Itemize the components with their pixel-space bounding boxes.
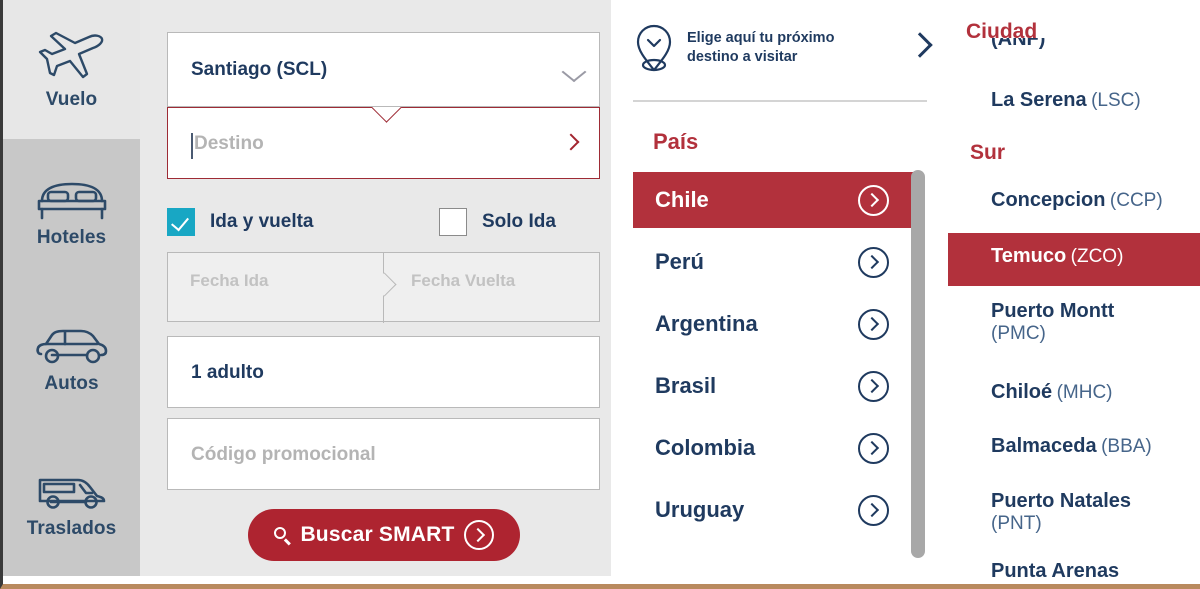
city-name: Chiloé <box>991 381 1053 403</box>
country-name: Chile <box>655 187 709 212</box>
chevron-down-icon <box>561 61 587 83</box>
city-code: (MHC) <box>1056 382 1113 403</box>
dropdown-divider <box>633 100 927 102</box>
sidebar-item-label: Autos <box>44 373 99 394</box>
city-name: Concepcion <box>991 189 1106 211</box>
country-list-scrollbar[interactable] <box>911 170 925 558</box>
magnifier-icon <box>274 526 291 544</box>
passengers-field[interactable]: 1 adulto <box>167 336 600 408</box>
country-name: Brasil <box>655 373 717 398</box>
round-trip-label[interactable]: Ida y vuelta <box>210 211 314 233</box>
city-name: Balmaceda <box>991 435 1097 457</box>
dropdown-header[interactable]: Elige aquí tu próximo destino a visitar <box>633 18 933 78</box>
one-way-checkbox[interactable] <box>439 208 467 236</box>
city-row-concepcion[interactable]: Concepcion (CCP) <box>948 189 1200 229</box>
city-row-temuco[interactable]: Temuco (ZCO) <box>948 233 1200 286</box>
city-code: (LSC) <box>1091 90 1141 111</box>
country-name: Uruguay <box>655 497 745 522</box>
sidebar-item-label: Traslados <box>26 517 117 539</box>
city-name: Puerto Montt <box>991 300 1115 322</box>
promo-code-placeholder: Código promocional <box>191 444 376 465</box>
country-name: Argentina <box>655 311 758 336</box>
city-row-puerto-montt[interactable]: Puerto Montt (PMC) <box>948 300 1200 355</box>
city-row-partial-bottom[interactable]: Punta Arenas <box>991 560 1200 578</box>
dropdown-header-line1: Elige aquí tu próximo <box>687 30 835 47</box>
return-date-field[interactable]: Fecha Vuelta <box>384 253 600 321</box>
dropdown-header-text: Elige aquí tu próximo destino a visitar <box>687 29 834 66</box>
city-name: La Serena <box>991 89 1087 111</box>
country-row-argentina[interactable]: Argentina <box>633 296 923 352</box>
country-row-uruguay[interactable]: Uruguay <box>633 482 923 538</box>
car-icon <box>35 327 109 367</box>
sidebar-item-label: Hoteles <box>36 227 107 248</box>
city-code: (PMC) <box>991 323 1046 344</box>
sidebar-item-label: Vuelo <box>45 88 98 110</box>
city-code: (BBA) <box>1101 436 1152 457</box>
chevron-circle-right-icon <box>858 308 889 340</box>
city-row-la-serena[interactable]: La Serena (LSC) <box>948 89 1200 129</box>
city-code: (PNT) <box>991 513 1042 534</box>
chevron-circle-right-icon <box>858 184 889 216</box>
one-way-label[interactable]: Solo Ida <box>482 211 556 233</box>
search-button[interactable]: Buscar SMART <box>248 509 520 561</box>
dates-field[interactable]: Fecha Ida Fecha Vuelta <box>167 252 600 323</box>
chevron-circle-right-icon <box>858 246 889 278</box>
chevron-circle-right-icon <box>858 370 889 402</box>
city-dropdown-panel: Ciudad (ANF) La Serena (LSC) Sur Concepc… <box>948 0 1200 584</box>
text-caret <box>191 133 193 159</box>
country-name: Perú <box>655 249 704 274</box>
city-row-partial-top[interactable]: (ANF) <box>991 38 1191 54</box>
chevron-circle-right-icon <box>858 432 889 464</box>
city-code: (CCP) <box>1109 190 1163 211</box>
flight-search-widget: Vuelo Hoteles Autos Traslados Santiago (… <box>0 0 1200 589</box>
origin-field[interactable]: Santiago (SCL) <box>167 32 600 107</box>
city-partial-code: (ANF) <box>991 38 1046 50</box>
city-partial-name: Punta Arenas <box>991 560 1120 578</box>
city-group-label-sur: Sur <box>970 141 1006 164</box>
depart-date-placeholder: Fecha Ida <box>190 271 269 290</box>
chevron-circle-right-icon <box>858 494 889 526</box>
city-name: Temuco <box>991 245 1067 267</box>
search-button-label: Buscar SMART <box>300 523 455 546</box>
chevron-right-icon[interactable] <box>907 32 933 58</box>
destination-placeholder: Destino <box>194 133 264 154</box>
country-section-label: País <box>653 129 699 154</box>
chevron-right-icon[interactable] <box>562 133 580 151</box>
country-name: Colombia <box>655 435 756 460</box>
origin-value: Santiago (SCL) <box>191 59 328 80</box>
city-row-balmaceda[interactable]: Balmaceda (BBA) <box>948 435 1200 475</box>
airplane-icon <box>37 29 107 83</box>
city-row-chiloe[interactable]: Chiloé (MHC) <box>948 381 1200 421</box>
round-trip-checkbox[interactable] <box>167 208 195 236</box>
destination-field[interactable]: Destino <box>167 107 600 179</box>
sidebar-item-vuelo[interactable]: Vuelo <box>3 0 140 139</box>
promo-code-field[interactable]: Código promocional <box>167 418 600 490</box>
country-row-chile[interactable]: Chile <box>633 172 923 228</box>
sidebar-item-hoteles[interactable]: Hoteles <box>3 139 140 287</box>
return-date-placeholder: Fecha Vuelta <box>411 271 516 290</box>
bed-icon <box>36 177 108 221</box>
search-form-panel: Santiago (SCL) Destino Ida y vuelta Solo… <box>140 0 611 576</box>
sidebar-item-autos[interactable]: Autos <box>3 287 140 435</box>
city-name: Puerto Natales <box>991 490 1132 512</box>
sidebar-item-traslados[interactable]: Traslados <box>3 435 140 576</box>
country-row-colombia[interactable]: Colombia <box>633 420 923 476</box>
connector-notch <box>372 107 402 123</box>
depart-date-field[interactable]: Fecha Ida <box>168 253 383 321</box>
map-pin-icon <box>633 23 675 73</box>
trip-type-row: Ida y vuelta Solo Ida <box>167 205 600 239</box>
sidebar-nav: Vuelo Hoteles Autos Traslados <box>3 0 140 576</box>
city-code: (ZCO) <box>1070 246 1124 267</box>
country-row-peru[interactable]: Perú <box>633 234 923 290</box>
circle-arrow-icon <box>463 520 494 550</box>
check-icon <box>171 212 189 232</box>
city-row-puerto-natales[interactable]: Puerto Natales (PNT) <box>948 490 1200 545</box>
country-row-brasil[interactable]: Brasil <box>633 358 923 414</box>
passengers-value: 1 adulto <box>191 362 264 383</box>
van-icon <box>34 472 110 512</box>
dropdown-header-line2: destino a visitar <box>687 49 798 65</box>
